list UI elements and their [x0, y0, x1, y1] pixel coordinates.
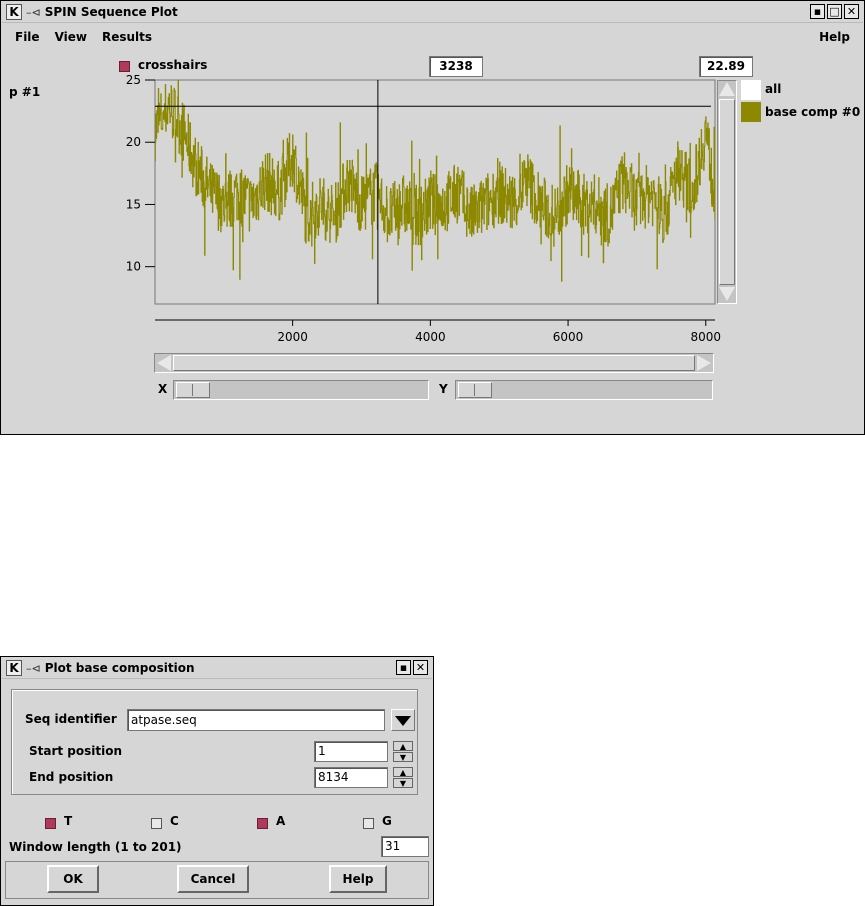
legend-swatch-base-comp: [741, 102, 761, 122]
vertical-scroll-thumb[interactable]: [719, 99, 735, 285]
dialog-title-bar[interactable]: K –⊲ Plot base composition ▪ ✕: [2, 658, 432, 679]
dialog-k-icon[interactable]: K: [6, 660, 22, 676]
base-g-label: G: [382, 814, 392, 828]
legend-label-base-comp: base comp #0: [765, 105, 861, 119]
window-length-label: Window length (1 to 201): [9, 840, 182, 854]
base-c-checkbox[interactable]: [151, 818, 162, 829]
base-c-label: C: [170, 814, 179, 828]
scroll-right-arrow-icon[interactable]: [697, 355, 711, 371]
stepper-down-icon[interactable]: ▼: [393, 778, 413, 788]
start-position-label: Start position: [29, 744, 123, 758]
window-length-input[interactable]: 31: [381, 836, 429, 857]
y-tick-label: 15: [126, 197, 141, 211]
end-position-label: End position: [29, 770, 114, 784]
stepper-up-icon[interactable]: ▲: [393, 741, 413, 751]
scroll-left-arrow-icon[interactable]: [157, 355, 171, 371]
ok-button[interactable]: OK: [47, 865, 99, 893]
horizontal-scroll-thumb[interactable]: [173, 355, 695, 371]
y-tick-label: 20: [126, 135, 141, 149]
x-tick-label: 2000: [277, 330, 308, 341]
start-position-stepper[interactable]: ▲ ▼: [393, 741, 413, 763]
dialog-close-button[interactable]: ✕: [413, 660, 428, 675]
base-g-checkbox[interactable]: [363, 818, 374, 829]
x-zoom-label: X: [158, 382, 168, 396]
base-composition-dialog: K –⊲ Plot base composition ▪ ✕ Seq ident…: [0, 656, 434, 906]
end-position-stepper[interactable]: ▲ ▼: [393, 767, 413, 789]
x-tick-label: 6000: [553, 330, 584, 341]
y-zoom-slider[interactable]: [455, 380, 713, 400]
end-position-input[interactable]: 8134: [314, 767, 388, 788]
horizontal-scrollbar[interactable]: [154, 353, 714, 373]
x-tick-label: 4000: [415, 330, 446, 341]
start-position-input[interactable]: 1: [314, 741, 388, 762]
sequence-plot-window: K –⊲ SPIN Sequence Plot ▪ □ ✕ File View …: [0, 0, 865, 435]
stepper-up-icon[interactable]: ▲: [393, 767, 413, 777]
chevron-down-icon: [395, 716, 411, 726]
help-button[interactable]: Help: [329, 865, 387, 893]
seq-identifier-label: Seq identifier: [25, 712, 117, 726]
base-t-label: T: [64, 814, 73, 828]
base-a-checkbox[interactable]: [257, 818, 268, 829]
y-tick-label: 10: [126, 260, 141, 274]
y-tick-label: 25: [126, 73, 141, 87]
base-t-checkbox[interactable]: [45, 818, 56, 829]
scroll-up-arrow-icon[interactable]: [719, 82, 735, 96]
cancel-button[interactable]: Cancel: [177, 865, 249, 893]
x-zoom-thumb[interactable]: [176, 382, 210, 398]
legend-swatch-all: [741, 80, 761, 100]
stepper-down-icon[interactable]: ▼: [393, 752, 413, 762]
scroll-down-arrow-icon[interactable]: [719, 287, 735, 301]
vertical-scrollbar[interactable]: [717, 80, 737, 304]
dialog-minimize-button[interactable]: ▪: [396, 660, 411, 675]
x-zoom-slider[interactable]: [173, 380, 429, 400]
seq-identifier-dropdown-button[interactable]: [391, 709, 415, 731]
y-zoom-label: Y: [439, 382, 448, 396]
dialog-pin-icon[interactable]: –⊲: [26, 662, 41, 675]
y-zoom-thumb[interactable]: [458, 382, 492, 398]
legend-label-all: all: [765, 82, 782, 96]
x-tick-label: 8000: [690, 330, 721, 341]
dialog-title: Plot base composition: [44, 661, 195, 675]
base-a-label: A: [276, 814, 286, 828]
seq-identifier-input[interactable]: atpase.seq: [127, 709, 385, 731]
